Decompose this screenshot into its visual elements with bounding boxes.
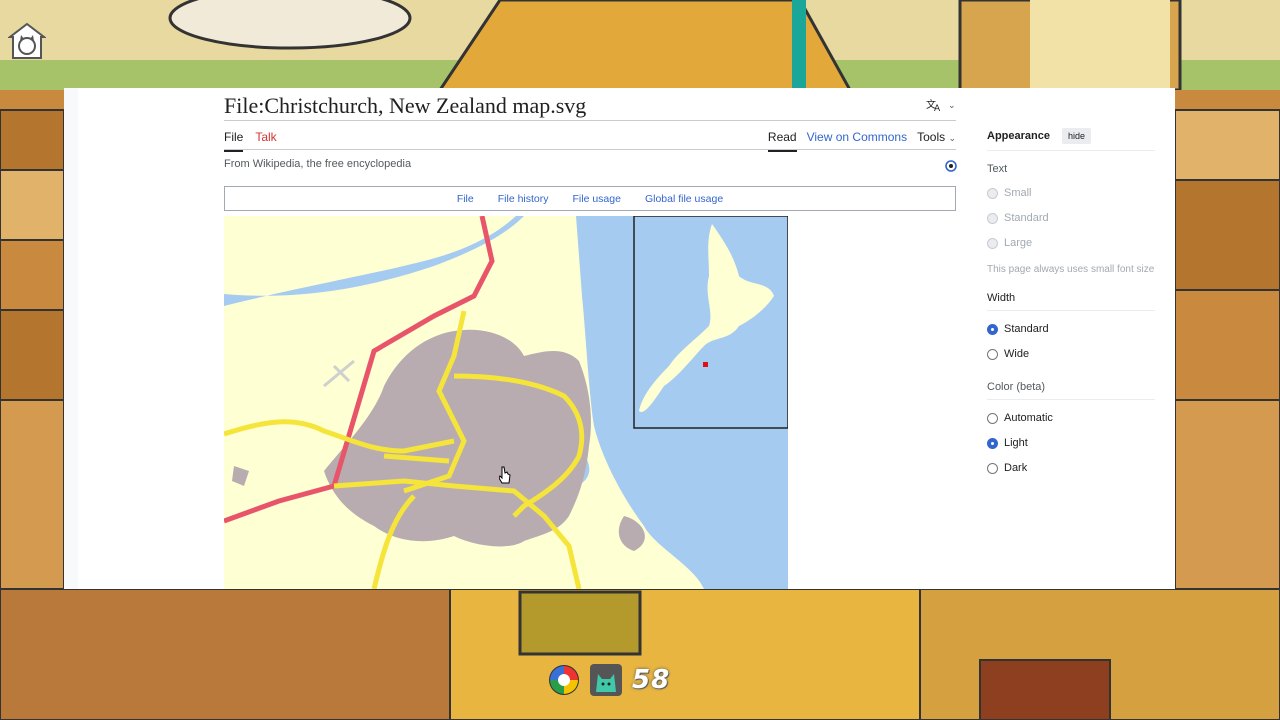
page-title: File:Christchurch, New Zealand map.svg xyxy=(224,93,587,118)
cat-icon[interactable] xyxy=(590,664,622,696)
radio-color-dark[interactable] xyxy=(987,462,998,474)
option-label: Light xyxy=(1004,437,1028,449)
home-cat-icon[interactable] xyxy=(8,22,46,60)
appearance-divider xyxy=(987,150,1155,151)
radio-width-standard[interactable] xyxy=(987,323,998,335)
hide-appearance-button[interactable]: hide xyxy=(1061,128,1091,144)
color-divider xyxy=(987,399,1155,400)
color-section-label: Color (beta) xyxy=(987,381,1046,393)
color-option-dark[interactable]: Dark xyxy=(987,461,1155,475)
browser-page: File:Christchurch, New Zealand map.svg 文… xyxy=(64,88,1175,589)
translate-icon: 文 A xyxy=(926,98,941,112)
file-nav-history[interactable]: File history xyxy=(498,193,549,205)
option-label: Standard xyxy=(1004,323,1049,335)
radio-large xyxy=(987,237,998,249)
option-label: Standard xyxy=(1004,212,1049,224)
option-label: Dark xyxy=(1004,462,1028,474)
title-divider xyxy=(224,120,956,121)
language-menu[interactable]: 文 A ⌄ xyxy=(926,98,956,112)
text-option-standard: Standard xyxy=(987,211,1155,225)
file-nav-file[interactable]: File xyxy=(457,193,474,205)
christchurch-map-image[interactable] xyxy=(224,216,788,589)
appearance-header: Appearance hide xyxy=(987,128,1155,144)
width-section-label: Width xyxy=(987,292,1016,304)
game-hud: 58 xyxy=(548,662,670,698)
tools-label: Tools xyxy=(917,130,946,144)
mouse-cursor-icon xyxy=(499,466,511,484)
site-tagline: From Wikipedia, the free encyclopedia xyxy=(224,158,412,170)
file-section-nav: File File history File usage Global file… xyxy=(224,186,956,211)
width-option-standard[interactable]: Standard xyxy=(987,322,1155,336)
radio-color-automatic[interactable] xyxy=(987,412,998,424)
sidebar-strip xyxy=(64,88,78,589)
tabs-divider xyxy=(224,149,956,150)
text-option-small: Small xyxy=(987,186,1155,200)
refresh-icon[interactable] xyxy=(944,159,958,173)
appearance-panel: Appearance hide Text Small Standard Larg… xyxy=(987,128,1155,475)
text-size-note: This page always uses small font size xyxy=(987,264,1155,275)
radio-color-light[interactable] xyxy=(987,437,998,449)
option-label: Wide xyxy=(1004,348,1030,360)
option-label: Automatic xyxy=(1004,412,1053,424)
chevron-down-icon: ⌄ xyxy=(948,99,956,110)
collectible-count: 58 xyxy=(632,665,671,695)
color-option-light[interactable]: Light xyxy=(987,436,1155,450)
svg-text:A: A xyxy=(934,104,941,112)
appearance-heading: Appearance xyxy=(987,130,1050,142)
color-option-automatic[interactable]: Automatic xyxy=(987,411,1155,425)
file-nav-global-usage[interactable]: Global file usage xyxy=(645,193,723,205)
chevron-down-icon: ⌄ xyxy=(948,133,956,143)
option-label: Large xyxy=(1004,237,1033,249)
file-nav-usage[interactable]: File usage xyxy=(573,193,621,205)
width-divider xyxy=(987,310,1155,311)
width-option-wide[interactable]: Wide xyxy=(987,347,1155,361)
text-section-label: Text xyxy=(987,163,1008,175)
radio-standard-text xyxy=(987,212,998,224)
color-wheel-icon[interactable] xyxy=(548,664,580,696)
radio-width-wide[interactable] xyxy=(987,348,998,360)
option-label: Small xyxy=(1004,187,1032,199)
text-option-large: Large xyxy=(987,236,1155,250)
radio-small xyxy=(987,187,998,199)
